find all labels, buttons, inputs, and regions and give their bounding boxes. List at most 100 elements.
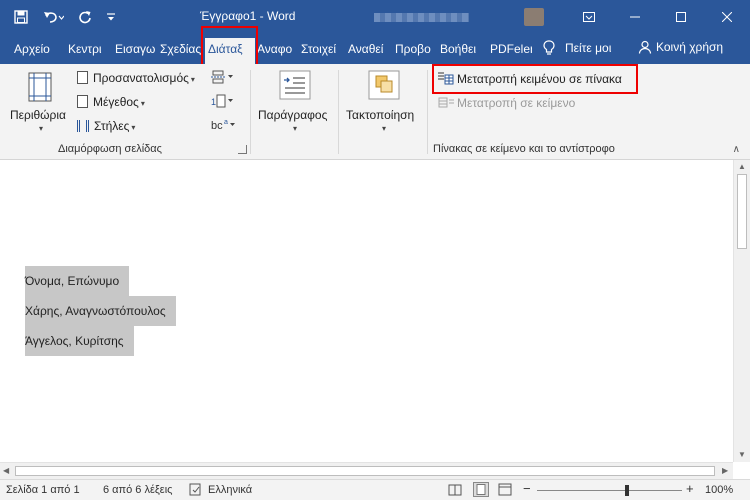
tab-home[interactable]: Κεντρι: [68, 40, 106, 58]
tab-review[interactable]: Αναθεί: [348, 40, 388, 58]
horizontal-scroll-thumb[interactable]: [15, 466, 715, 476]
read-mode-icon[interactable]: [448, 483, 462, 499]
person-icon: [638, 40, 652, 54]
tab-mailings[interactable]: Στοιχεί: [301, 40, 342, 58]
hyphenation-icon: bc a: [211, 119, 235, 132]
size-label: Μέγεθος: [93, 95, 139, 109]
print-layout-icon[interactable]: [473, 482, 489, 500]
collapse-ribbon-icon[interactable]: ∧: [733, 144, 740, 155]
customize-qat-icon[interactable]: [106, 12, 116, 22]
tab-pdfelement[interactable]: PDFeler: [490, 40, 532, 58]
paragraph-icon: [279, 70, 311, 100]
group-separator: [250, 70, 251, 154]
quick-access-toolbar: [14, 7, 116, 27]
document-line[interactable]: Όνομα, Επώνυμο: [25, 266, 130, 296]
hyphenation-button[interactable]: bc a: [211, 118, 235, 135]
scroll-up-icon[interactable]: ▲: [738, 162, 746, 171]
status-bar: Σελίδα 1 από 1 6 από 6 λέξεις Ελληνικά −…: [0, 479, 750, 500]
tab-file[interactable]: Αρχείο: [14, 40, 56, 58]
zoom-slider-thumb[interactable]: [625, 485, 629, 496]
zoom-out-button[interactable]: −: [523, 481, 531, 496]
close-button[interactable]: [704, 0, 750, 34]
breaks-button[interactable]: [211, 70, 233, 87]
convert-to-text-button: Μετατροπή σε κείμενο: [438, 95, 575, 110]
ribbon-display-options-button[interactable]: [566, 0, 612, 34]
window-title: Έγγραφο1 - Word: [200, 9, 296, 23]
redo-icon[interactable]: [78, 10, 92, 24]
page-count[interactable]: Σελίδα 1 από 1: [6, 484, 80, 496]
zoom-slider[interactable]: [537, 490, 682, 491]
convert-to-text-icon: [438, 97, 454, 108]
minimize-icon: [630, 16, 640, 18]
arrange-label: Τακτοποίηση: [346, 108, 415, 122]
share-button[interactable]: Κοινή χρήση: [638, 40, 723, 54]
line-numbers-button[interactable]: 1: [211, 94, 233, 111]
maximize-icon: [676, 12, 686, 22]
orientation-icon: [77, 71, 88, 84]
minimize-button[interactable]: [612, 0, 658, 34]
arrange-dropdown-icon: ▾: [382, 124, 387, 133]
convert-to-table-label: Μετατροπή κειμένου σε πίνακα: [457, 72, 622, 86]
orientation-label: Προσανατολισμός: [93, 71, 189, 85]
document-line[interactable]: Άγγελος, Κυρίτσης: [25, 326, 134, 356]
title-bar: Έγγραφο1 - Word: [0, 0, 750, 34]
web-layout-icon[interactable]: [498, 483, 512, 499]
arrange-icon: [368, 70, 400, 100]
scroll-down-icon[interactable]: ▼: [738, 450, 746, 459]
svg-text:bc: bc: [211, 120, 223, 132]
margins-button[interactable]: Περιθώρια ▾: [10, 70, 70, 140]
horizontal-scrollbar[interactable]: ◀ ▶: [0, 462, 733, 479]
convert-to-text-label: Μετατροπή σε κείμενο: [457, 96, 576, 110]
paragraph-dropdown-icon: ▾: [293, 124, 298, 133]
convert-text-to-table-button[interactable]: Μετατροπή κειμένου σε πίνακα: [438, 71, 622, 86]
svg-text:a: a: [224, 119, 228, 126]
size-icon: [77, 95, 88, 108]
arrange-button[interactable]: Τακτοποίηση ▾: [346, 70, 422, 140]
maximize-button[interactable]: [658, 0, 704, 34]
tab-layout[interactable]: Διάταξ: [205, 38, 255, 64]
vertical-scrollbar[interactable]: ▲ ▼: [733, 160, 750, 462]
tell-me-label: Πείτε μοι: [565, 41, 612, 55]
margins-icon: [28, 72, 52, 102]
undo-icon[interactable]: [42, 10, 64, 24]
tell-me-box[interactable]: Πείτε μοι: [543, 40, 611, 56]
ribbon-display-icon: [583, 12, 595, 22]
zoom-in-button[interactable]: +: [686, 481, 694, 496]
zoom-level[interactable]: 100%: [705, 484, 733, 496]
tab-help[interactable]: Βοήθει: [440, 40, 482, 58]
share-label: Κοινή χρήση: [656, 40, 724, 54]
scroll-right-icon[interactable]: ▶: [722, 466, 728, 475]
group-separator: [427, 70, 428, 154]
tab-design[interactable]: Σχεδίας: [160, 40, 202, 58]
page-setup-group-label: Διαμόρφωση σελίδας: [58, 143, 162, 155]
lightbulb-icon: [543, 40, 555, 55]
close-icon: [722, 12, 732, 22]
svg-text:1: 1: [211, 97, 216, 107]
convert-to-table-icon: [438, 72, 454, 85]
tab-references[interactable]: Αναφο: [257, 40, 295, 58]
blurred-account-area: [374, 8, 554, 26]
margins-dropdown-icon: ▾: [39, 124, 44, 133]
document-line[interactable]: Χάρης, Αναγνωστόπουλος: [25, 296, 176, 326]
margins-label: Περιθώρια: [10, 108, 66, 122]
breaks-icon: [211, 70, 233, 84]
size-button[interactable]: Μέγεθος ▾: [77, 95, 145, 109]
paragraph-label: Παράγραφος: [258, 108, 328, 122]
ribbon: Περιθώρια ▾ Προσανατολισμός ▾ Μέγεθος ▾ Στ…: [0, 64, 750, 160]
vertical-scroll-thumb[interactable]: [737, 174, 747, 249]
word-count[interactable]: 6 από 6 λέξεις: [103, 484, 172, 496]
columns-label: Στήλες: [94, 119, 130, 133]
language[interactable]: Ελληνικά: [208, 484, 252, 496]
tab-view[interactable]: Προβο: [395, 40, 433, 58]
document-canvas[interactable]: Όνομα, Επώνυμο Χάρης, Αναγνωστόπουλος Άγ…: [0, 160, 733, 462]
tab-insert[interactable]: Εισαγω: [115, 40, 155, 58]
columns-button[interactable]: Στήλες ▾: [77, 119, 135, 133]
paragraph-button[interactable]: Παράγραφος ▾: [258, 70, 332, 140]
scroll-left-icon[interactable]: ◀: [3, 466, 9, 475]
save-icon[interactable]: [14, 10, 28, 24]
page-setup-launcher-icon[interactable]: [238, 145, 247, 154]
columns-icon: [77, 120, 89, 132]
orientation-button[interactable]: Προσανατολισμός ▾: [77, 71, 195, 85]
proofing-icon[interactable]: [189, 483, 203, 499]
group-separator: [338, 70, 339, 154]
